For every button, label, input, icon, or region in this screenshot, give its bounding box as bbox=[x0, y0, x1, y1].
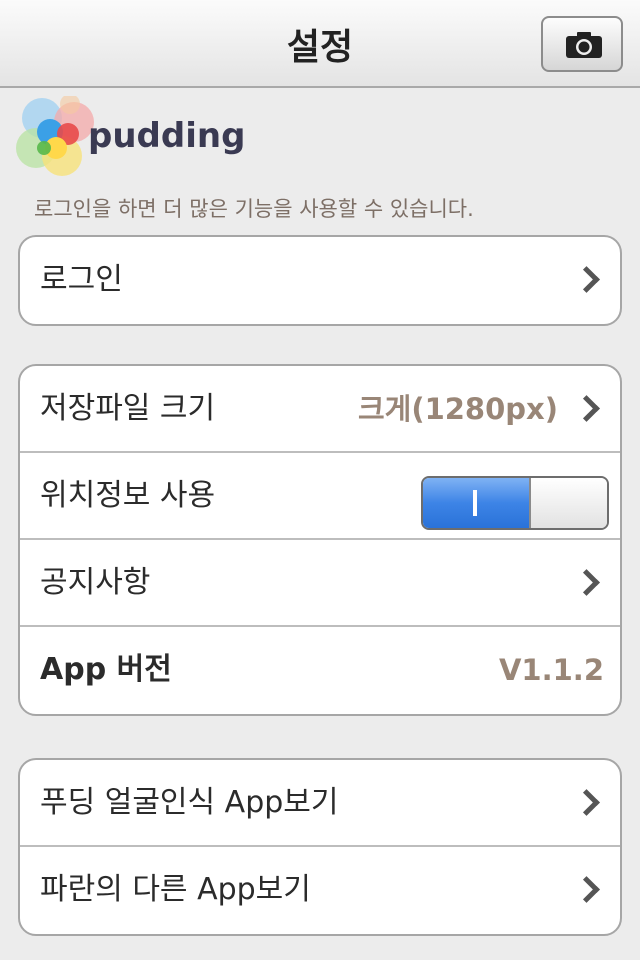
toggle-on-indicator bbox=[473, 490, 477, 516]
file-size-row[interactable]: 저장파일 크기 크게(1280px) bbox=[20, 366, 620, 453]
logo-text: pudding bbox=[88, 116, 246, 156]
location-toggle[interactable] bbox=[421, 476, 609, 530]
pudding-face-app-row[interactable]: 푸딩 얼굴인식 App보기 bbox=[20, 760, 620, 847]
paran-other-apps-label: 파란의 다른 App보기 bbox=[40, 872, 311, 907]
paran-other-apps-row[interactable]: 파란의 다른 App보기 bbox=[20, 847, 620, 934]
file-size-label: 저장파일 크기 bbox=[40, 391, 216, 426]
version-value: V1.1.2 bbox=[498, 653, 604, 687]
chevron-right-icon bbox=[573, 789, 600, 816]
camera-icon bbox=[566, 32, 602, 58]
toggle-on-track bbox=[423, 478, 529, 528]
chevron-right-icon bbox=[573, 266, 600, 293]
toggle-knob[interactable] bbox=[529, 478, 607, 528]
notice-label: 공지사항 bbox=[40, 565, 151, 600]
settings-group: 저장파일 크기 크게(1280px) 위치정보 사용 공지사항 App 버전 V… bbox=[18, 364, 622, 716]
location-label: 위치정보 사용 bbox=[40, 478, 216, 513]
chevron-right-icon bbox=[573, 395, 600, 422]
chevron-right-icon bbox=[573, 876, 600, 903]
pudding-face-app-label: 푸딩 얼굴인식 App보기 bbox=[40, 785, 339, 820]
login-label: 로그인 bbox=[40, 262, 123, 297]
version-row: App 버전 V1.1.2 bbox=[20, 627, 620, 714]
apps-group: 푸딩 얼굴인식 App보기 파란의 다른 App보기 bbox=[18, 758, 622, 936]
camera-button[interactable] bbox=[541, 16, 623, 72]
chevron-right-icon bbox=[573, 569, 600, 596]
file-size-value: 크게(1280px) bbox=[357, 392, 558, 426]
login-row[interactable]: 로그인 bbox=[20, 237, 620, 324]
login-hint-text: 로그인을 하면 더 많은 기능을 사용할 수 있습니다. bbox=[34, 197, 474, 221]
version-label: App 버전 bbox=[40, 652, 172, 687]
notice-row[interactable]: 공지사항 bbox=[20, 540, 620, 627]
login-group: 로그인 bbox=[18, 235, 622, 326]
location-row: 위치정보 사용 bbox=[20, 453, 620, 540]
navigation-bar: 설정 bbox=[0, 0, 640, 88]
